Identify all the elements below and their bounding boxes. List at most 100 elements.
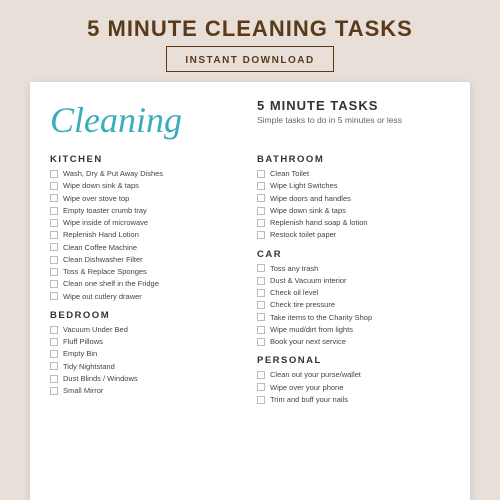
task-checkbox[interactable]: [257, 383, 265, 391]
task-checkbox[interactable]: [257, 231, 265, 239]
task-checkbox[interactable]: [50, 256, 58, 264]
personal-section-title: PERSONAL: [257, 355, 450, 366]
task-checkbox[interactable]: [257, 289, 265, 297]
task-item[interactable]: Clean Dishwasher Filter: [50, 255, 243, 265]
task-checkbox[interactable]: [257, 207, 265, 215]
task-item[interactable]: Vacuum Under Bed: [50, 325, 243, 335]
task-checkbox[interactable]: [257, 338, 265, 346]
task-label: Wipe inside of microwave: [63, 218, 148, 228]
bathroom-tasks: Clean Toilet Wipe Light Switches Wipe door…: [257, 169, 450, 243]
task-item[interactable]: Check oil level: [257, 288, 450, 298]
task-label: Toss & Replace Sponges: [63, 267, 147, 277]
task-checkbox[interactable]: [50, 338, 58, 346]
task-item[interactable]: Wipe out cutlery drawer: [50, 292, 243, 302]
task-checkbox[interactable]: [50, 182, 58, 190]
task-label: Small Mirror: [63, 386, 103, 396]
task-item[interactable]: Toss any trash: [257, 264, 450, 274]
task-label: Wipe down sink & taps: [63, 181, 139, 191]
task-label: Toss any trash: [270, 264, 318, 274]
task-label: Wipe out cutlery drawer: [63, 292, 142, 302]
task-item[interactable]: Clean one shelf in the Fridge: [50, 279, 243, 289]
task-label: Replenish Hand Lotion: [63, 230, 139, 240]
task-checkbox[interactable]: [50, 362, 58, 370]
task-item[interactable]: Trim and buff your nails: [257, 395, 450, 405]
task-item[interactable]: Clean Toilet: [257, 169, 450, 179]
task-item[interactable]: Small Mirror: [50, 386, 243, 396]
task-checkbox[interactable]: [50, 375, 58, 383]
task-label: Take items to the Charity Shop: [270, 313, 372, 323]
task-item[interactable]: Wipe down sink & taps: [257, 206, 450, 216]
task-label: Tidy Nightstand: [63, 362, 115, 372]
task-checkbox[interactable]: [50, 194, 58, 202]
task-label: Trim and buff your nails: [270, 395, 348, 405]
task-checkbox[interactable]: [50, 207, 58, 215]
task-label: Wipe doors and handles: [270, 194, 351, 204]
task-item[interactable]: Dust & Vacuum interior: [257, 276, 450, 286]
task-item[interactable]: Check tire pressure: [257, 300, 450, 310]
task-checkbox[interactable]: [50, 243, 58, 251]
task-item[interactable]: Restock toilet paper: [257, 230, 450, 240]
task-label: Clean out your purse/wallet: [270, 370, 361, 380]
main-card: Cleaning 5 MINUTE TASKS Simple tasks to …: [30, 82, 470, 500]
task-checkbox[interactable]: [257, 194, 265, 202]
five-min-box: 5 MINUTE TASKS Simple tasks to do in 5 m…: [243, 98, 450, 125]
task-checkbox[interactable]: [257, 326, 265, 334]
task-item[interactable]: Clean Coffee Machine: [50, 243, 243, 253]
task-checkbox[interactable]: [257, 371, 265, 379]
five-min-title: 5 MINUTE TASKS: [257, 98, 450, 113]
task-label: Dust & Vacuum interior: [270, 276, 347, 286]
task-checkbox[interactable]: [50, 170, 58, 178]
task-checkbox[interactable]: [50, 268, 58, 276]
task-label: Clean Coffee Machine: [63, 243, 137, 253]
task-label: Wash, Dry & Put Away Dishes: [63, 169, 163, 179]
task-item[interactable]: Toss & Replace Sponges: [50, 267, 243, 277]
task-checkbox[interactable]: [257, 219, 265, 227]
task-item[interactable]: Empty toaster crumb tray: [50, 206, 243, 216]
task-checkbox[interactable]: [257, 301, 265, 309]
five-min-desc: Simple tasks to do in 5 minutes or less: [257, 115, 450, 125]
task-item[interactable]: Take items to the Charity Shop: [257, 313, 450, 323]
task-checkbox[interactable]: [50, 326, 58, 334]
task-item[interactable]: Wash, Dry & Put Away Dishes: [50, 169, 243, 179]
task-label: Clean Toilet: [270, 169, 309, 179]
task-checkbox[interactable]: [257, 264, 265, 272]
task-item[interactable]: Empty Bin: [50, 349, 243, 359]
task-item[interactable]: Book your next service: [257, 337, 450, 347]
task-checkbox[interactable]: [50, 292, 58, 300]
task-item[interactable]: Wipe over your phone: [257, 383, 450, 393]
task-item[interactable]: Wipe inside of microwave: [50, 218, 243, 228]
task-item[interactable]: Wipe doors and handles: [257, 194, 450, 204]
task-label: Empty toaster crumb tray: [63, 206, 147, 216]
columns: KITCHEN Wash, Dry & Put Away DishesWipe …: [50, 148, 450, 490]
task-checkbox[interactable]: [50, 231, 58, 239]
task-label: Wipe mud/dirt from lights: [270, 325, 353, 335]
task-item[interactable]: Tidy Nightstand: [50, 362, 243, 372]
task-item[interactable]: Dust Blinds / Windows: [50, 374, 243, 384]
bedroom-section-title: BEDROOM: [50, 310, 243, 321]
task-item[interactable]: Replenish hand soap & lotion: [257, 218, 450, 228]
task-item[interactable]: Wipe down sink & taps: [50, 181, 243, 191]
task-checkbox[interactable]: [50, 387, 58, 395]
task-label: Clean Dishwasher Filter: [63, 255, 143, 265]
task-item[interactable]: Wipe mud/dirt from lights: [257, 325, 450, 335]
task-checkbox[interactable]: [50, 280, 58, 288]
left-column: KITCHEN Wash, Dry & Put Away DishesWipe …: [50, 148, 243, 490]
task-checkbox[interactable]: [257, 170, 265, 178]
task-checkbox[interactable]: [257, 277, 265, 285]
subtitle: INSTANT DOWNLOAD: [185, 55, 314, 66]
right-column: BATHROOM Clean ToiletWipe Light Switches…: [257, 148, 450, 490]
card-header: Cleaning 5 MINUTE TASKS Simple tasks to …: [50, 98, 450, 138]
task-label: Wipe over your phone: [270, 383, 343, 393]
task-item[interactable]: Wipe over stove top: [50, 194, 243, 204]
task-checkbox[interactable]: [50, 350, 58, 358]
task-checkbox[interactable]: [257, 313, 265, 321]
task-checkbox[interactable]: [50, 219, 58, 227]
task-checkbox[interactable]: [257, 182, 265, 190]
task-checkbox[interactable]: [257, 396, 265, 404]
car-tasks: Toss any trash Dust & Vacuum interior Chec…: [257, 264, 450, 350]
task-item[interactable]: Replenish Hand Lotion: [50, 230, 243, 240]
task-item[interactable]: Wipe Light Switches: [257, 181, 450, 191]
task-item[interactable]: Clean out your purse/wallet: [257, 370, 450, 380]
task-item[interactable]: Fluff Pillows: [50, 337, 243, 347]
task-label: Check oil level: [270, 288, 318, 298]
